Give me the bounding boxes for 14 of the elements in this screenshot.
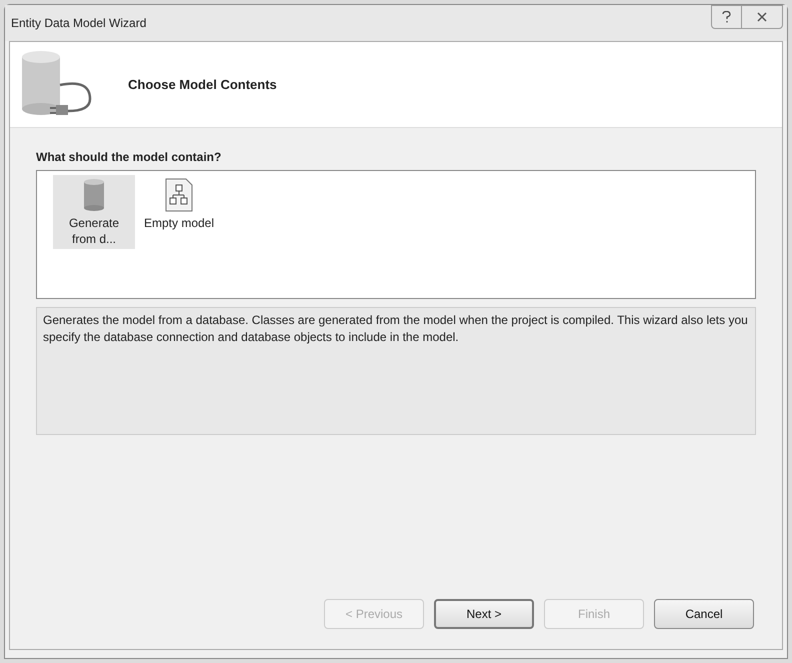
option-label: Generate from d... (68, 215, 120, 248)
close-icon (757, 12, 767, 22)
database-icon (83, 179, 105, 211)
model-option[interactable]: Empty model (141, 175, 218, 233)
model-option[interactable]: Generate from d... (53, 175, 135, 249)
wizard-button[interactable]: Cancel (654, 599, 754, 629)
question-label: What should the model contain? (36, 149, 222, 166)
page-title: Choose Model Contents (128, 76, 277, 94)
wizard-button[interactable]: Next > (434, 599, 534, 629)
option-label: Empty model (144, 215, 214, 232)
description-text: Generates the model from a database. Classes are generated from the model when the project is compiled. This wizard also lets you specify the database connection and database objects to include in the model. (43, 312, 749, 346)
window-title: Entity Data Model Wizard (11, 15, 146, 32)
help-icon (722, 11, 731, 23)
diagram-icon (165, 178, 194, 212)
